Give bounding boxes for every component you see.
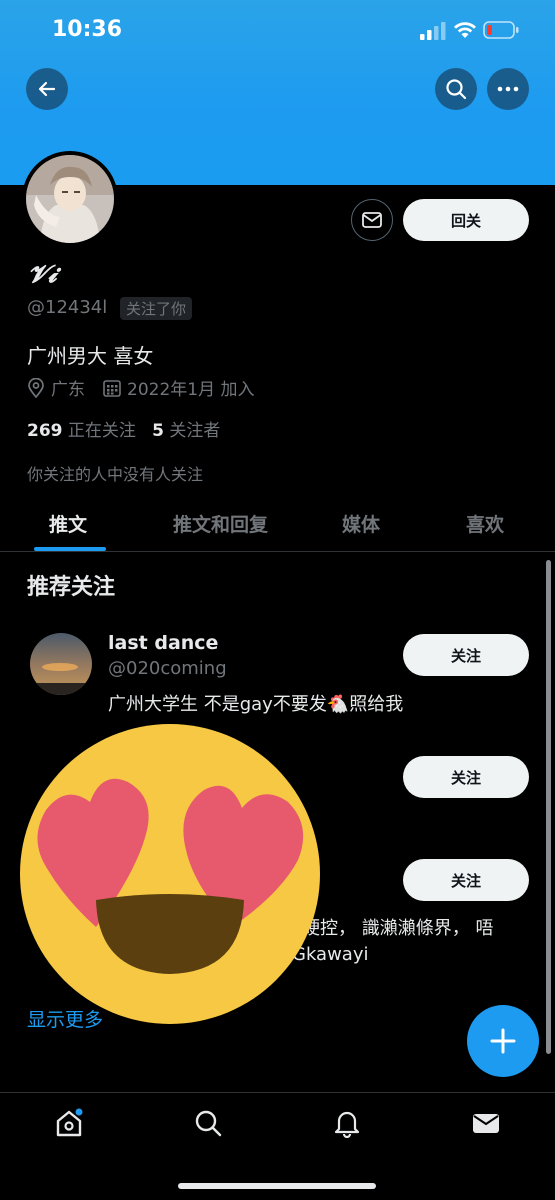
search-icon [446, 79, 467, 100]
tab-tweets[interactable]: 推文 [49, 510, 87, 537]
status-time: 10:36 [52, 17, 123, 42]
scrollbar[interactable] [546, 560, 551, 1054]
envelope-icon [362, 212, 382, 228]
recommended-bio-line: 硬控， 識瀨瀨條界， 唔 [302, 918, 494, 939]
display-name: 𝓥𝓲 [28, 260, 57, 288]
status-bar: 10:36 [0, 0, 555, 60]
profile-tabs: 推文 推文和回复 媒体 喜欢 [0, 498, 555, 552]
profile-bio: 广州男大 喜女 [27, 344, 154, 368]
signal-icon [420, 22, 446, 40]
plus-icon [490, 1028, 516, 1054]
sunset-avatar-image [30, 633, 92, 695]
active-tab-indicator [34, 547, 106, 551]
recommended-title: 推荐关注 [27, 575, 116, 600]
profile-handle: @12434l [27, 297, 108, 318]
following-link[interactable]: 269 正在关注 [27, 421, 136, 441]
home-indicator [178, 1183, 376, 1189]
compose-button[interactable] [467, 1005, 539, 1077]
tab-media[interactable]: 媒体 [342, 510, 380, 537]
follow-counts: 269 正在关注 5 关注者 [27, 416, 220, 441]
home-icon[interactable] [54, 1108, 84, 1138]
bell-icon[interactable] [332, 1108, 362, 1138]
search-button[interactable] [435, 68, 477, 110]
avatar-image [26, 155, 114, 243]
follow-button[interactable]: 关注 [403, 859, 529, 901]
followers-link[interactable]: 5 关注者 [152, 421, 220, 441]
follow-button[interactable]: 关注 [403, 756, 529, 798]
battery-icon [483, 21, 519, 39]
envelope-icon[interactable] [471, 1108, 501, 1138]
wifi-icon [454, 22, 476, 38]
profile-meta: 广东 2022年1月 加入 [27, 375, 254, 400]
recommended-name[interactable]: last dance [108, 632, 218, 654]
back-button[interactable] [26, 68, 68, 110]
tab-likes[interactable]: 喜欢 [466, 510, 504, 537]
tab-tweets-replies[interactable]: 推文和回复 [173, 510, 268, 537]
profile-screen: 10:36 回关 𝓥𝓲 @12434l 关注了你 广州男大 喜女 广东 2022… [0, 0, 555, 1200]
mutual-followers-note: 你关注的人中没有人关注 [27, 465, 204, 484]
location-pin-icon [28, 377, 44, 398]
heart-eyes-emoji-overlay [20, 724, 320, 1024]
following-count: 269 [27, 421, 63, 441]
more-horizontal-icon [497, 86, 519, 92]
calendar-icon [103, 379, 121, 397]
profile-avatar[interactable] [22, 151, 118, 247]
follow-button[interactable]: 关注 [403, 634, 529, 676]
follows-you-badge: 关注了你 [120, 297, 193, 320]
following-label: 正在关注 [67, 421, 136, 441]
followers-count: 5 [152, 421, 164, 441]
recommended-handle: @020coming [108, 658, 227, 679]
show-more-link[interactable]: 显示更多 [27, 1005, 103, 1032]
search-icon[interactable] [193, 1108, 223, 1138]
more-button[interactable] [487, 68, 529, 110]
follow-back-button[interactable]: 回关 [403, 199, 529, 241]
recommended-bio: 广州大学生 不是gay不要发🐔照给我 [108, 694, 404, 715]
profile-joined: 2022年1月 加入 [127, 380, 255, 400]
followers-label: 关注者 [169, 421, 221, 441]
message-button[interactable] [351, 199, 393, 241]
arrow-left-icon [38, 81, 56, 97]
profile-location: 广东 [51, 380, 85, 400]
recommended-avatar[interactable] [30, 633, 92, 695]
